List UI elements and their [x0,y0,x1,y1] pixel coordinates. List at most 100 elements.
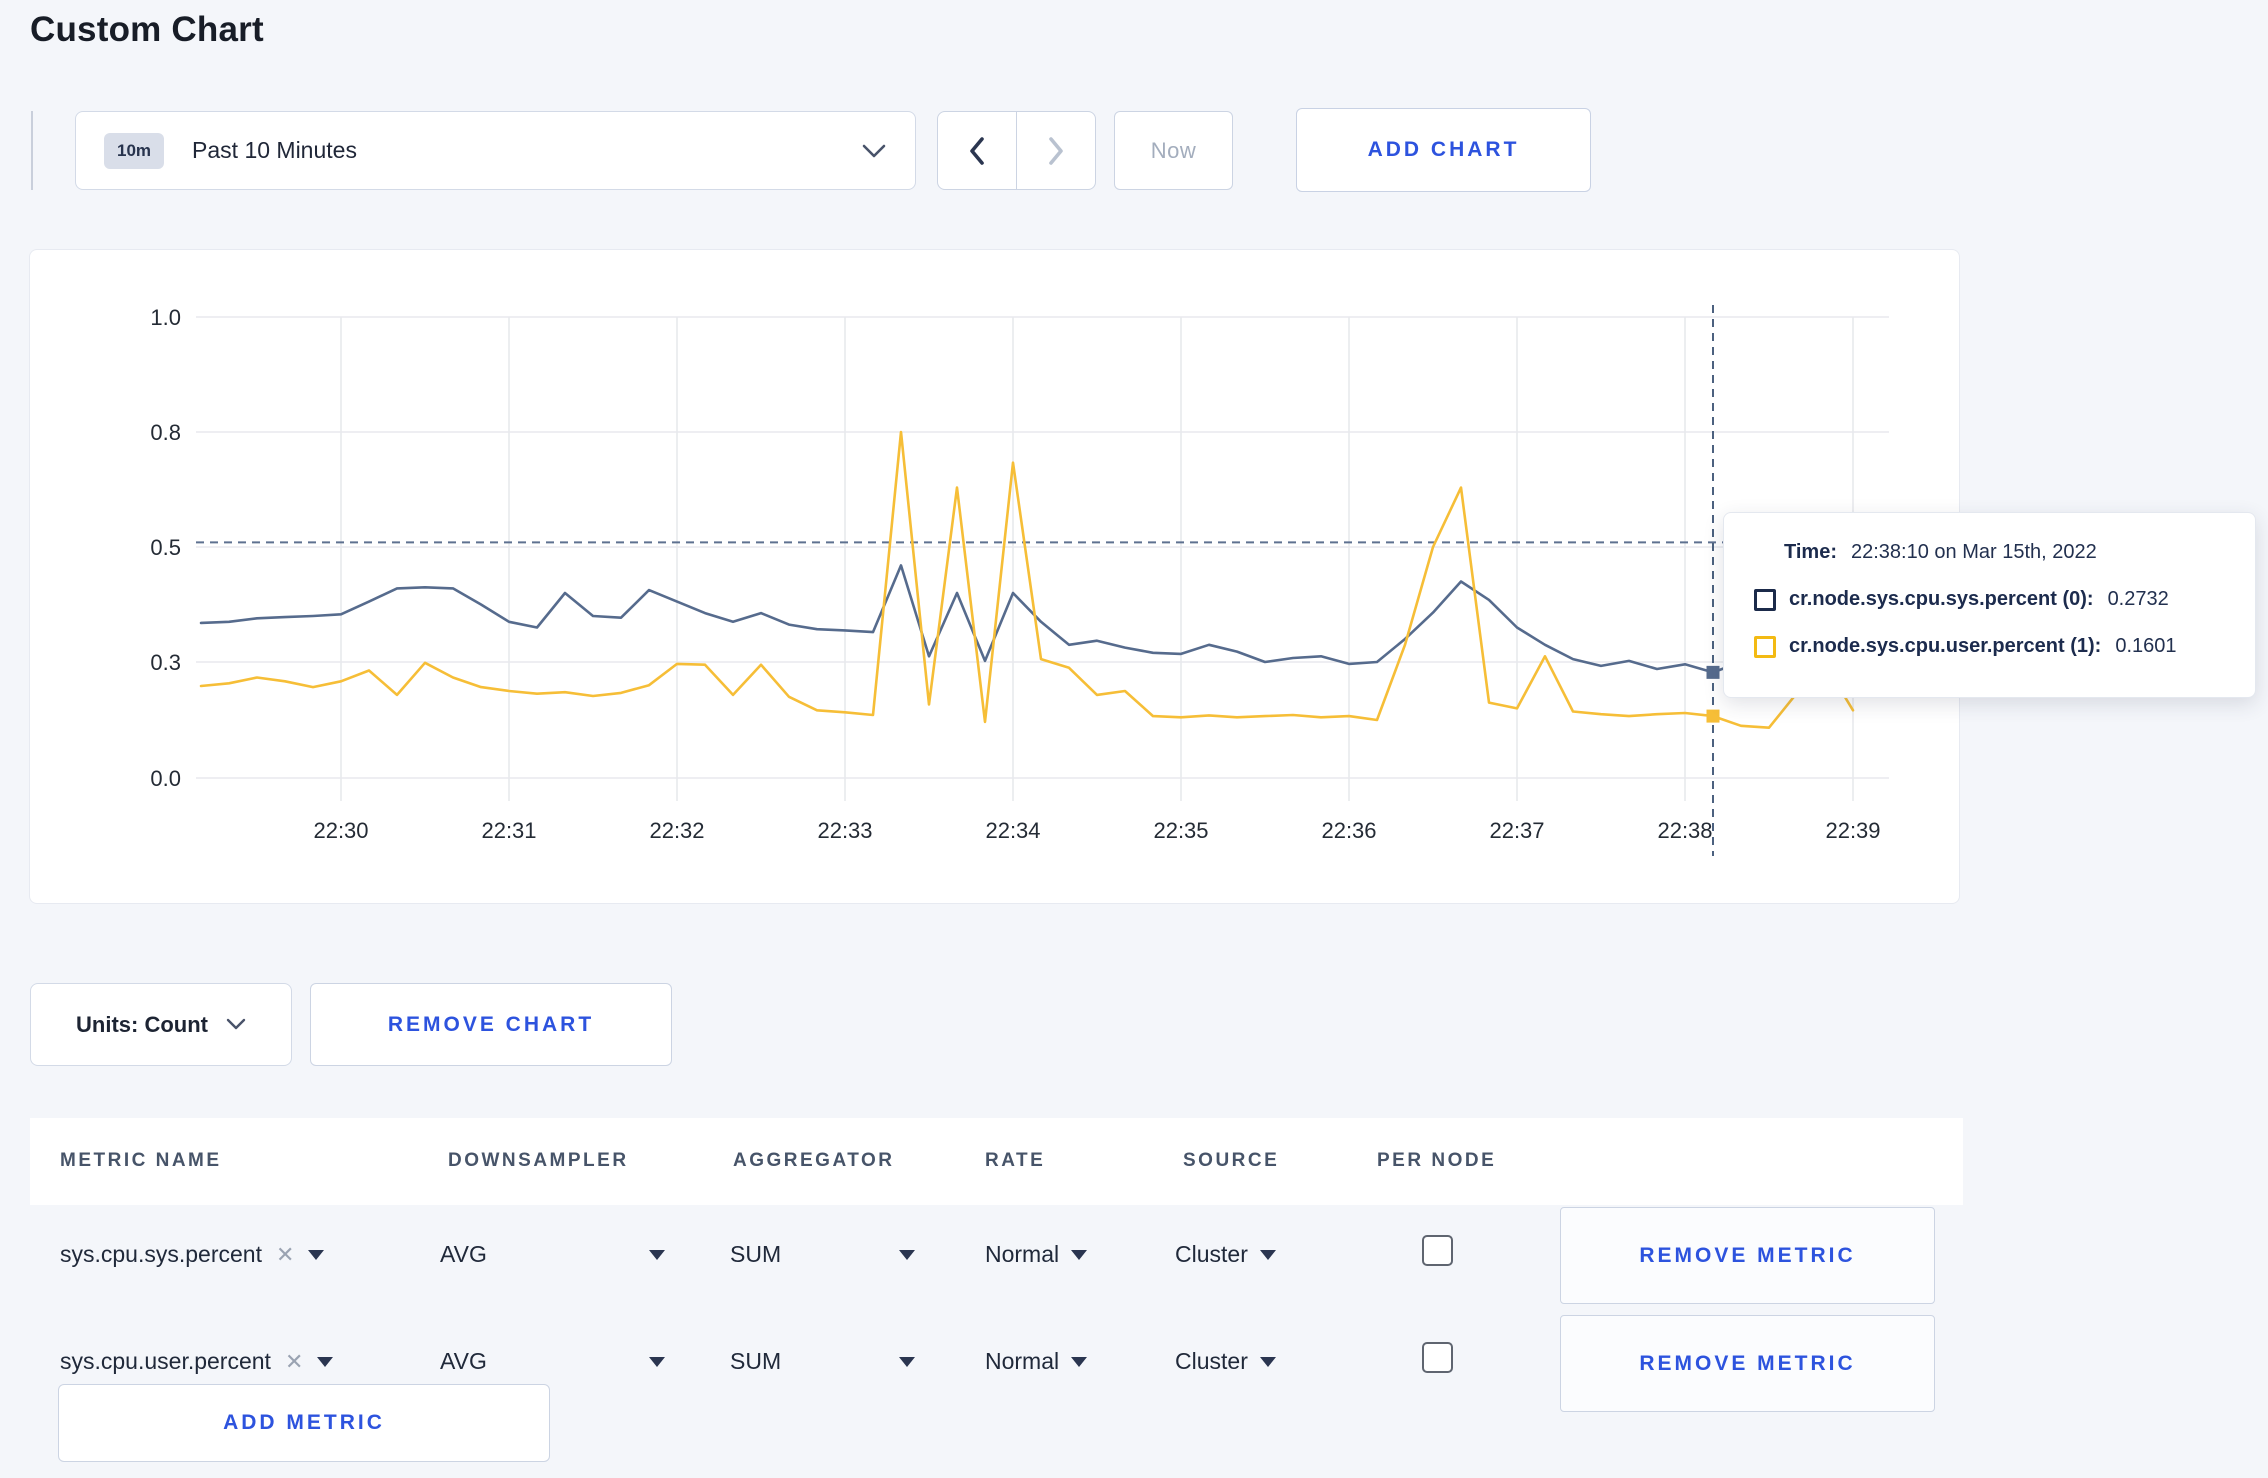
source-select[interactable]: Cluster [1175,1241,1276,1268]
chevron-down-icon [862,144,886,157]
svg-text:22:37: 22:37 [1489,818,1544,843]
crosshair-dots-layer [1706,665,1720,723]
dropdown-caret-icon [649,1249,665,1260]
grid-layer: 0.0 0.3 0.5 0.8 1.0 22:30 22:31 22:32 22:33 22:34… [150,305,1889,843]
now-button[interactable]: Now [1114,111,1233,190]
aggregator-value: SUM [730,1348,782,1374]
rate-select[interactable]: Normal [985,1348,1088,1375]
svg-text:22:36: 22:36 [1321,818,1376,843]
header-rate: RATE [985,1150,1046,1171]
series-layer [199,430,1855,730]
source-value: Cluster [1175,1348,1248,1374]
source-value: Cluster [1175,1241,1248,1267]
metric-row: sys.cpu.sys.percent ✕ AVG SUM Normal Clu… [0,1205,2268,1312]
per-node-checkbox[interactable] [1422,1235,1453,1266]
time-range-label: Past 10 Minutes [192,137,357,163]
tooltip-series-0-value: 0.2732 [2107,588,2169,610]
time-range-badge: 10m [104,132,165,169]
per-node-checkbox[interactable] [1422,1342,1453,1373]
svg-text:0.3: 0.3 [150,650,181,675]
svg-text:1.0: 1.0 [150,305,181,330]
tooltip-swatch-0 [1754,588,1776,611]
header-source: SOURCE [1183,1150,1280,1171]
remove-metric-button[interactable]: REMOVE METRIC [1560,1207,1935,1304]
series-line [199,564,1855,674]
units-dropdown-label: Units: Count [76,1011,208,1037]
header-downsampler: DOWNSAMPLER [448,1150,629,1171]
tooltip-time-value: 22:38:10 on Mar 15th, 2022 [1850,541,2097,563]
page-title: Custom Chart [30,10,264,49]
prev-range-button[interactable] [937,111,1017,190]
downsampler-select[interactable]: AVG [440,1241,665,1268]
svg-text:0.0: 0.0 [150,766,181,791]
metric-name-select[interactable]: sys.cpu.user.percent ✕ [60,1348,334,1375]
remove-metric-x-icon[interactable]: ✕ [276,1242,294,1268]
downsampler-select[interactable]: AVG [440,1348,665,1375]
remove-metric-x-icon[interactable]: ✕ [285,1349,303,1375]
svg-text:22:30: 22:30 [313,818,368,843]
dropdown-caret-icon [899,1356,915,1367]
aggregator-value: SUM [730,1241,782,1267]
svg-text:0.8: 0.8 [150,420,181,445]
dropdown-caret-icon [899,1249,915,1260]
svg-text:22:35: 22:35 [1153,818,1208,843]
now-button-label: Now [1150,137,1197,163]
metrics-table-header: METRIC NAME DOWNSAMPLER AGGREGATOR RATE … [30,1118,1963,1205]
aggregator-select[interactable]: SUM [730,1241,915,1268]
chevron-down-icon [226,1018,246,1030]
svg-text:22:31: 22:31 [481,818,536,843]
rate-value: Normal [985,1348,1060,1374]
crosshair-layer [196,305,1889,856]
remove-metric-label: REMOVE METRIC [1639,1351,1856,1375]
add-chart-button[interactable]: ADD CHART [1296,108,1591,192]
source-select[interactable]: Cluster [1175,1348,1276,1375]
add-chart-label: ADD CHART [1367,138,1520,161]
svg-text:0.5: 0.5 [150,535,181,560]
add-metric-label: ADD METRIC [223,1411,385,1434]
svg-text:22:33: 22:33 [817,818,872,843]
chevron-right-icon [1049,136,1063,165]
header-metric-name: METRIC NAME [60,1150,222,1171]
chart-card: 0.0 0.3 0.5 0.8 1.0 22:30 22:31 22:32 22:33 22:34… [29,249,1960,904]
crosshair-dot [1706,709,1720,723]
add-metric-button[interactable]: ADD METRIC [58,1384,550,1462]
dropdown-caret-icon [1259,1249,1276,1260]
downsampler-value: AVG [440,1348,487,1374]
tooltip-series-1-value: 0.1601 [2115,635,2177,657]
svg-text:22:39: 22:39 [1825,818,1880,843]
rate-value: Normal [985,1241,1060,1267]
tooltip-time-label: Time: [1784,541,1837,563]
header-aggregator: AGGREGATOR [733,1150,895,1171]
aggregator-select[interactable]: SUM [730,1348,915,1375]
metric-name-value: sys.cpu.user.percent [60,1348,271,1374]
remove-metric-button[interactable]: REMOVE METRIC [1560,1315,1935,1412]
next-range-button[interactable] [1016,111,1096,190]
tooltip-swatch-1 [1754,635,1776,658]
dropdown-caret-icon [1071,1249,1088,1260]
metric-name-select[interactable]: sys.cpu.sys.percent ✕ [60,1241,325,1268]
rate-select[interactable]: Normal [985,1241,1088,1268]
metric-name-value: sys.cpu.sys.percent [60,1241,262,1267]
remove-chart-button[interactable]: REMOVE CHART [310,983,672,1066]
series-line [199,430,1855,730]
dropdown-caret-icon [649,1356,665,1367]
tooltip-series-0-label: cr.node.sys.cpu.sys.percent (0): [1789,588,2094,610]
header-per-node: PER NODE [1377,1150,1497,1171]
svg-text:22:32: 22:32 [649,818,704,843]
chart-plot[interactable]: 0.0 0.3 0.5 0.8 1.0 22:30 22:31 22:32 22:33 22:34… [30,250,1959,903]
remove-metric-label: REMOVE METRIC [1639,1243,1856,1267]
dropdown-caret-icon [308,1249,325,1260]
units-dropdown[interactable]: Units: Count [30,983,292,1066]
chevron-left-icon [970,136,984,165]
remove-chart-label: REMOVE CHART [387,1012,595,1036]
downsampler-value: AVG [440,1241,487,1267]
time-nav-group [937,111,1097,190]
dropdown-caret-icon [1071,1356,1088,1367]
crosshair-dot [1706,665,1720,679]
dropdown-caret-icon [317,1356,334,1367]
chart-tooltip: Time: 22:38:10 on Mar 15th, 2022 cr.node… [1723,512,2256,698]
time-range-dropdown[interactable]: 10m Past 10 Minutes [75,111,916,190]
tooltip-series-1-label: cr.node.sys.cpu.user.percent (1): [1789,635,2102,657]
svg-text:22:34: 22:34 [985,818,1040,843]
svg-text:22:38: 22:38 [1657,818,1712,843]
